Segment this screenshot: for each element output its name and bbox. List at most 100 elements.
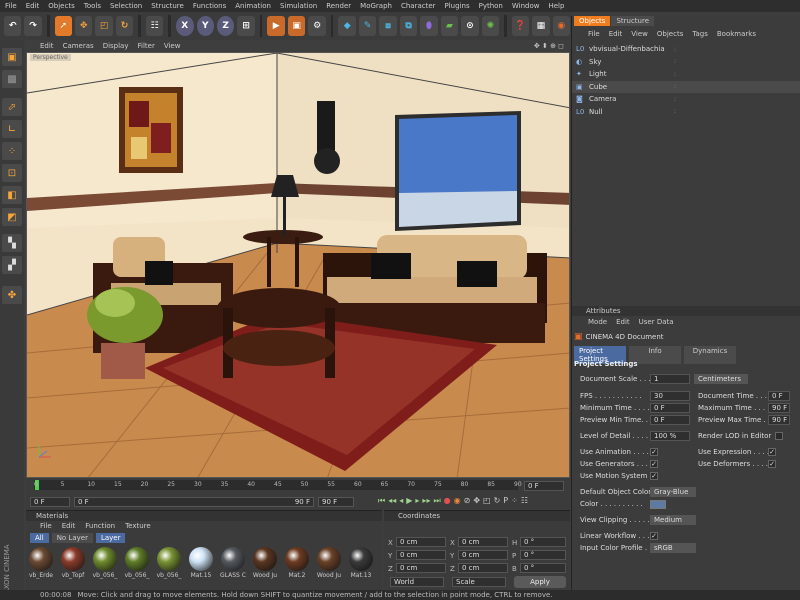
visibility-dots-icon[interactable]: : (674, 108, 676, 115)
z-axis-icon[interactable]: Z (216, 16, 235, 36)
viewport-menu-cameras[interactable]: Cameras (63, 42, 94, 50)
y-axis-icon[interactable]: Y (196, 16, 214, 36)
menu-edit[interactable]: Edit (26, 2, 40, 10)
previous-frame-icon[interactable]: ◂ (399, 496, 403, 506)
live-selection-icon[interactable]: ➚ (54, 16, 72, 36)
material-swatch[interactable]: Wood Ju (252, 547, 278, 579)
scale-icon[interactable]: ◰ (95, 16, 113, 36)
size-x-field[interactable]: 0 cm (458, 537, 508, 547)
tab-objects[interactable]: Objects (574, 16, 611, 26)
end-frame-field[interactable]: 90 F (318, 497, 354, 507)
use-expression-checkbox[interactable]: ✓ (768, 448, 776, 456)
attr-menu-mode[interactable]: Mode (588, 318, 607, 326)
fps-field[interactable]: 30 (650, 391, 690, 401)
objects-menu-file[interactable]: File (588, 30, 600, 38)
objects-menu-bookmarks[interactable]: Bookmarks (717, 30, 756, 38)
menu-simulation[interactable]: Simulation (280, 2, 317, 10)
material-swatch[interactable]: vb_056_ (92, 547, 118, 579)
filter-all[interactable]: All (30, 533, 49, 543)
menu-character[interactable]: Character (401, 2, 436, 10)
visibility-dots-icon[interactable]: : (674, 71, 676, 78)
menu-help[interactable]: Help (548, 2, 564, 10)
menu-plugins[interactable]: Plugins (445, 2, 470, 10)
render-lod-checkbox[interactable] (775, 432, 784, 440)
undo-icon[interactable]: ↶ (4, 16, 22, 36)
use-animation-checkbox[interactable]: ✓ (650, 448, 658, 456)
rotation-b-field[interactable]: 0 ° (520, 563, 566, 573)
objects-menu-tags[interactable]: Tags (692, 30, 708, 38)
go-to-end-icon[interactable]: ⏭ (433, 496, 440, 506)
position-y-field[interactable]: 0 cm (396, 550, 446, 560)
color-swatch[interactable] (650, 499, 666, 509)
materials-menu-edit[interactable]: Edit (62, 522, 76, 530)
position-key-icon[interactable]: ✥ (473, 496, 480, 506)
material-swatch[interactable]: GLASS C (220, 547, 246, 579)
objects-menu-view[interactable]: View (631, 30, 648, 38)
position-z-field[interactable]: 0 cm (396, 563, 446, 573)
current-frame-field[interactable]: 0 F (524, 481, 564, 491)
tab-dynamics[interactable]: Dynamics (684, 346, 736, 364)
menu-window[interactable]: Window (512, 2, 540, 10)
use-motion-checkbox[interactable]: ✓ (650, 472, 658, 480)
scale-key-icon[interactable]: ◰ (483, 496, 491, 506)
cube-icon[interactable]: ◆ (338, 16, 356, 36)
object-row[interactable]: L0 Null: (572, 106, 800, 118)
solo-icon[interactable]: ▚ (2, 234, 22, 252)
document-time-field[interactable]: 0 F (768, 391, 790, 401)
menu-mograph[interactable]: MoGraph (360, 2, 392, 10)
object-row[interactable]: L0 vbvisual-Diffenbachia: (572, 43, 800, 55)
size-z-field[interactable]: 0 cm (458, 563, 508, 573)
render-picture-viewer-icon[interactable]: ▣ (287, 16, 306, 36)
model-mode-icon[interactable]: ⬀ (2, 98, 22, 116)
document-unit-dropdown[interactable]: Centimeters (694, 374, 748, 384)
viewport-menu-edit[interactable]: Edit (40, 42, 54, 50)
view-clipping-dropdown[interactable]: Medium (650, 515, 696, 525)
object-axis-icon[interactable]: ∟ (2, 120, 22, 138)
apply-button[interactable]: Apply (514, 576, 566, 588)
rotation-h-field[interactable]: 0 ° (520, 537, 566, 547)
rotation-p-field[interactable]: 0 ° (520, 550, 566, 560)
document-scale-field[interactable]: 1 (650, 374, 690, 384)
render-view-icon[interactable]: ▶ (267, 16, 285, 36)
material-swatch[interactable]: Mat.2 (284, 547, 310, 579)
material-swatch[interactable]: vb_Erde (28, 547, 54, 579)
menu-python[interactable]: Python (479, 2, 503, 10)
linear-workflow-checkbox[interactable]: ✓ (650, 532, 658, 540)
subdivision-icon[interactable]: ⧈ (379, 16, 397, 36)
object-row[interactable]: ◐ Sky: (572, 56, 800, 68)
menu-tools[interactable]: Tools (84, 2, 101, 10)
size-y-field[interactable]: 0 cm (458, 550, 508, 560)
use-deformers-checkbox[interactable]: ✓ (768, 460, 776, 468)
material-swatch[interactable]: Wood Ju (316, 547, 342, 579)
viewport-menu-display[interactable]: Display (103, 42, 129, 50)
play-icon[interactable]: ▶ (406, 496, 412, 506)
make-editable-icon[interactable]: ▣ (2, 48, 22, 66)
viewport[interactable]: Perspective (26, 52, 570, 478)
parameter-key-icon[interactable]: P (503, 496, 508, 506)
rotate-icon[interactable]: ↻ (115, 16, 134, 36)
snap-icon[interactable]: ❓ (511, 16, 530, 36)
menu-functions[interactable]: Functions (193, 2, 226, 10)
polygons-mode-icon[interactable]: ◧ (2, 186, 22, 204)
point-level-icon[interactable]: ⁘ (511, 496, 518, 506)
next-frame-icon[interactable]: ▸ (415, 496, 419, 506)
maximum-time-field[interactable]: 90 F (768, 403, 790, 413)
edges-mode-icon[interactable]: ⊡ (2, 164, 22, 182)
coordinate-system-icon[interactable]: ⊞ (237, 16, 255, 36)
preview-max-field[interactable]: 90 F (768, 415, 790, 425)
visibility-dots-icon[interactable]: : (674, 96, 676, 103)
material-swatch[interactable]: Mat.15 (188, 547, 214, 579)
objects-menu-objects[interactable]: Objects (657, 30, 683, 38)
viewport-menu-view[interactable]: View (164, 42, 181, 50)
next-key-icon[interactable]: ▸▸ (422, 496, 430, 506)
filter-layer[interactable]: Layer (95, 533, 126, 543)
keyframe-selection-icon[interactable]: ⊘ (464, 496, 471, 506)
autokey-icon[interactable]: ◉ (454, 496, 461, 506)
texture-mode-icon[interactable]: ▩ (2, 70, 22, 88)
camera-icon[interactable]: ⊙ (461, 16, 479, 36)
filter-no-layer[interactable]: No Layer (51, 533, 93, 543)
timeline-layout-icon[interactable]: ☷ (521, 496, 528, 506)
attr-menu-user-data[interactable]: User Data (639, 318, 674, 326)
size-mode-dropdown[interactable]: Scale (452, 577, 506, 587)
menu-render[interactable]: Render (326, 2, 351, 10)
